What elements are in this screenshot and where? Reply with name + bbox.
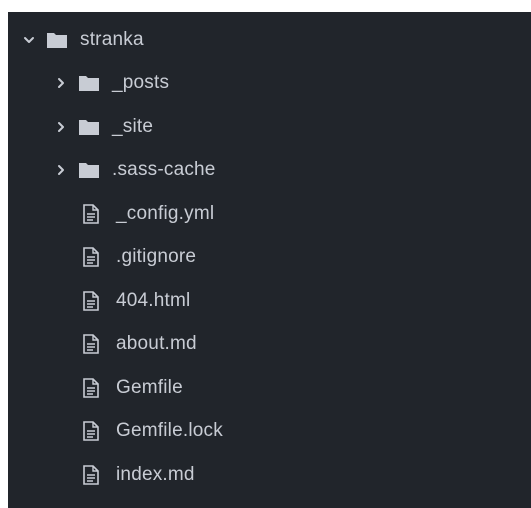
folder-icon <box>46 31 68 49</box>
folder-icon <box>78 74 100 92</box>
tree-item-label: _config.yml <box>116 202 215 224</box>
file-text-icon <box>82 421 104 442</box>
tree-folder-sass-cache[interactable]: .sass-cache <box>8 149 531 193</box>
tree-item-label: 404.html <box>116 289 191 311</box>
tree-file-gemfile[interactable]: Gemfile <box>8 366 531 410</box>
file-tree: stranka _posts _site .sass-cache _config… <box>8 18 531 497</box>
tree-file-index-md[interactable]: index.md <box>8 453 531 497</box>
tree-item-label: .sass-cache <box>112 159 216 181</box>
tree-item-label: index.md <box>116 463 195 485</box>
file-text-icon <box>82 247 104 268</box>
tree-file-about-md[interactable]: about.md <box>8 323 531 367</box>
tree-file-config-yml[interactable]: _config.yml <box>8 192 531 236</box>
folder-icon <box>78 118 100 136</box>
file-text-icon <box>82 377 104 398</box>
chevron-right-icon[interactable] <box>54 76 68 90</box>
file-tree-panel: stranka _posts _site .sass-cache _config… <box>8 12 531 508</box>
tree-file-404-html[interactable]: 404.html <box>8 279 531 323</box>
file-text-icon <box>82 203 104 224</box>
tree-item-label: Gemfile.lock <box>116 420 223 442</box>
file-text-icon <box>82 464 104 485</box>
tree-item-label: stranka <box>80 28 144 50</box>
tree-item-label: Gemfile <box>116 376 183 398</box>
tree-item-label: _posts <box>112 72 170 94</box>
file-text-icon <box>82 334 104 355</box>
chevron-down-icon[interactable] <box>22 33 36 47</box>
tree-file-gemfile-lock[interactable]: Gemfile.lock <box>8 410 531 454</box>
chevron-right-icon[interactable] <box>54 163 68 177</box>
tree-folder-site[interactable]: _site <box>8 105 531 149</box>
tree-file-gitignore[interactable]: .gitignore <box>8 236 531 280</box>
tree-item-label: .gitignore <box>116 246 197 268</box>
chevron-right-icon[interactable] <box>54 120 68 134</box>
file-text-icon <box>82 290 104 311</box>
tree-item-label: about.md <box>116 333 197 355</box>
tree-folder-posts[interactable]: _posts <box>8 62 531 106</box>
folder-icon <box>78 161 100 179</box>
tree-folder-root[interactable]: stranka <box>8 18 531 62</box>
tree-item-label: _site <box>112 115 154 137</box>
